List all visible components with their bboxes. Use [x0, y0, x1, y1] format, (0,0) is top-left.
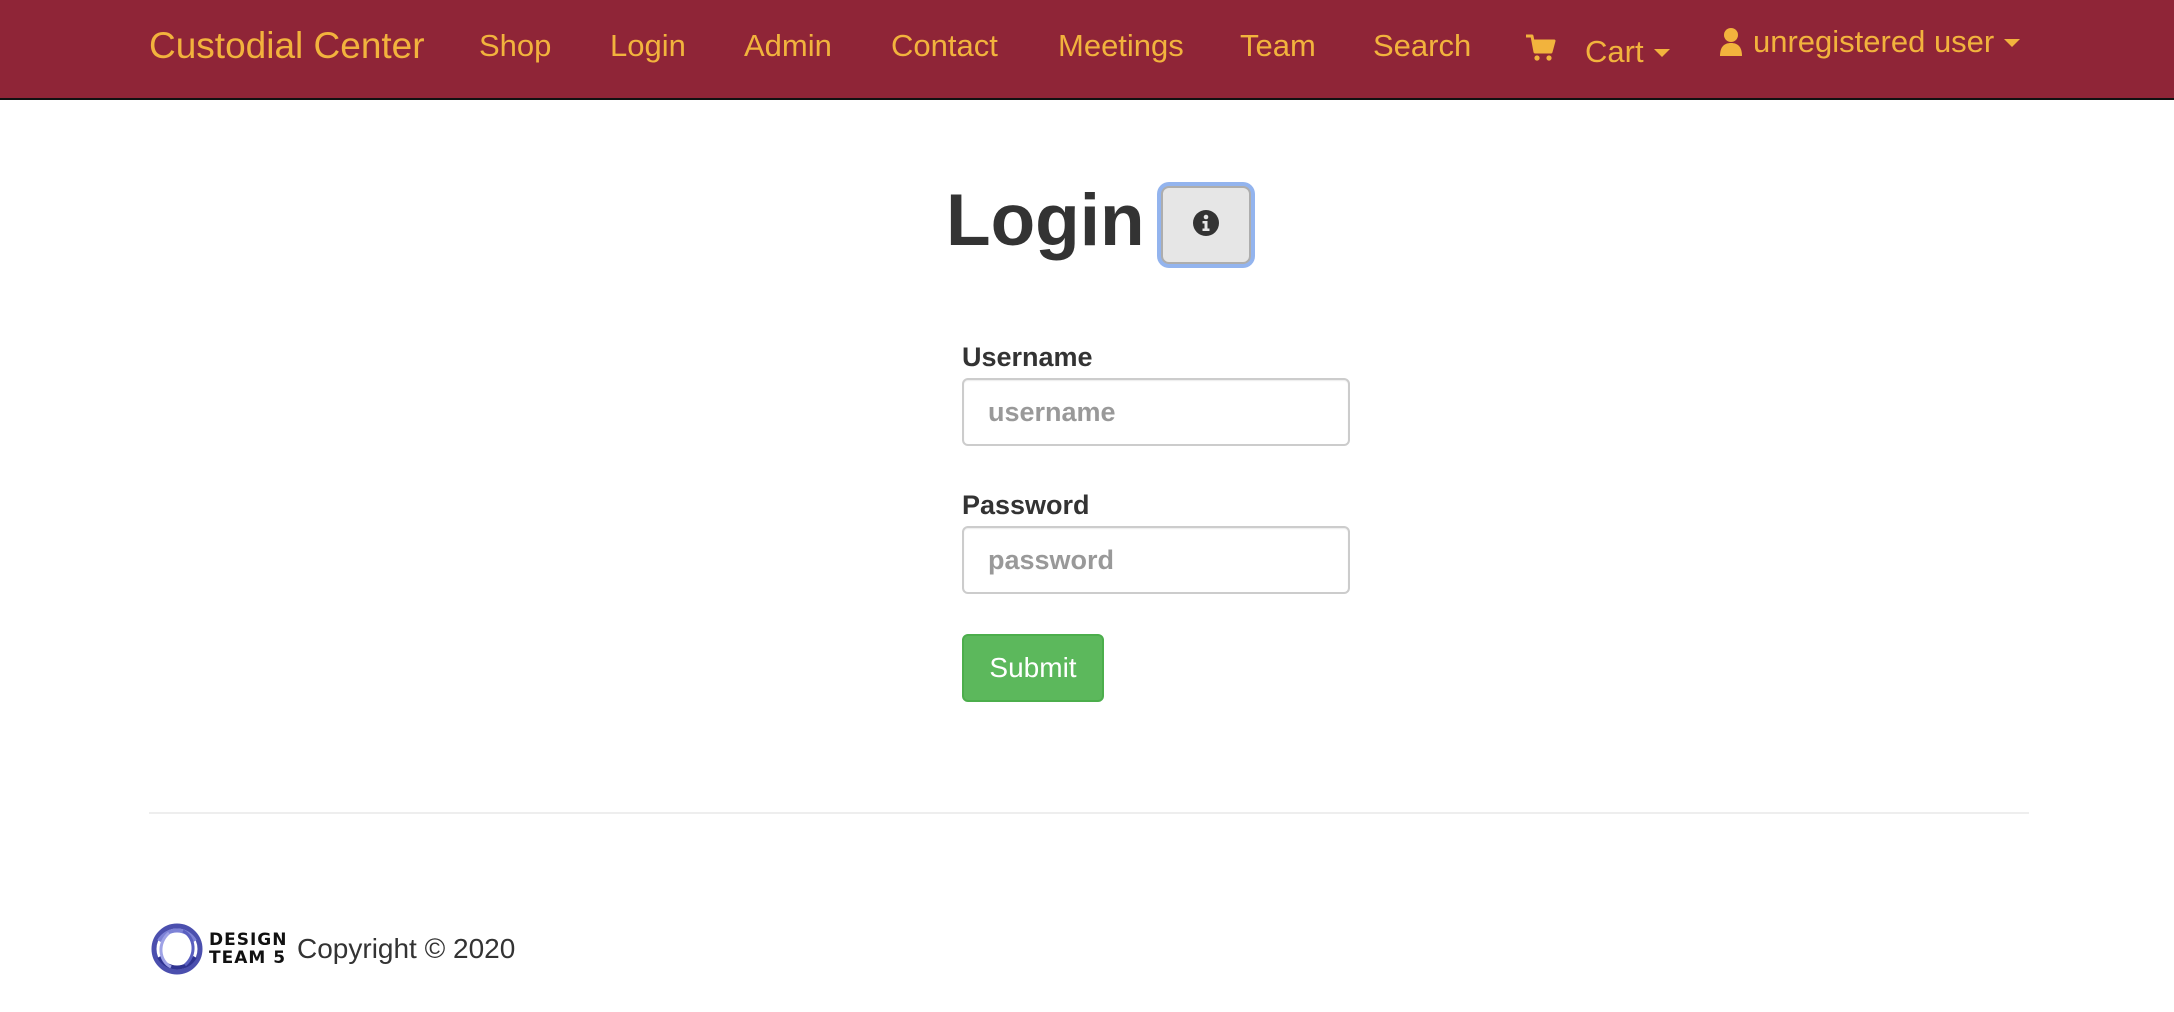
brand-link[interactable]: Custodial Center — [149, 24, 425, 68]
nav-link-team[interactable]: Team — [1240, 26, 1316, 66]
info-button[interactable] — [1160, 186, 1251, 264]
user-icon — [1719, 27, 1743, 57]
password-input[interactable] — [962, 526, 1350, 594]
footer: DESIGN TEAM 5 Copyright © 2020 — [149, 918, 515, 980]
page-title: Login — [946, 180, 1145, 261]
nav-link-meetings[interactable]: Meetings — [1058, 26, 1184, 66]
user-dropdown[interactable]: unregistered user — [1719, 20, 2021, 64]
username-input[interactable] — [962, 378, 1350, 446]
nav-link-search[interactable]: Search — [1373, 26, 1471, 66]
footer-divider — [149, 812, 2029, 814]
nav-link-contact[interactable]: Contact — [891, 26, 998, 66]
logo-text: DESIGN TEAM 5 — [209, 931, 287, 967]
user-label: unregistered user — [1753, 24, 1995, 59]
logo-line-1: DESIGN — [209, 930, 288, 950]
password-label: Password — [962, 490, 1090, 520]
page-header: Login — [946, 176, 1251, 266]
logo-line-2: TEAM 5 — [209, 948, 287, 968]
design-team-logo-icon — [151, 923, 203, 975]
design-team-logo: DESIGN TEAM 5 — [149, 918, 289, 980]
cart-label: Cart — [1585, 34, 1644, 69]
nav-link-admin[interactable]: Admin — [744, 26, 832, 66]
copyright-text: Copyright © 2020 — [297, 933, 516, 964]
cart-dropdown[interactable]: Cart — [1525, 26, 1670, 70]
submit-button[interactable]: Submit — [962, 634, 1104, 702]
chevron-down-icon — [1653, 49, 1670, 57]
username-label: Username — [962, 342, 1093, 372]
top-navbar: Custodial Center Shop Login Admin Contac… — [0, 0, 2174, 100]
chevron-down-icon — [2004, 39, 2021, 47]
info-circle-icon — [1192, 209, 1220, 242]
shopping-cart-icon — [1525, 32, 1557, 64]
nav-link-login[interactable]: Login — [610, 26, 686, 66]
nav-link-shop[interactable]: Shop — [479, 26, 551, 66]
navbar-container: Custodial Center Shop Login Admin Contac… — [149, 0, 2029, 98]
